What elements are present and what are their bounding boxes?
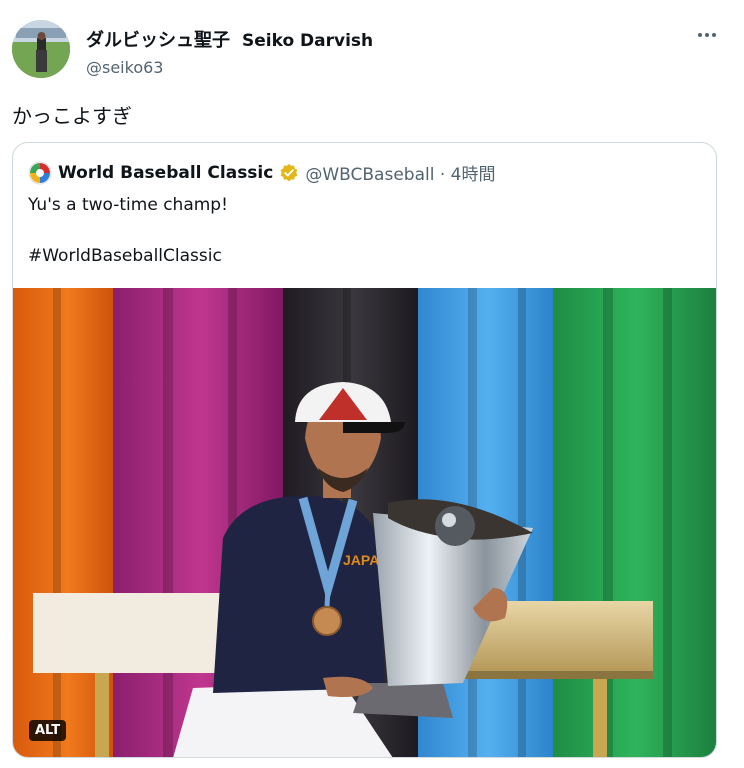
author-handle[interactable]: @seiko63 (86, 58, 373, 77)
author-display-name-en[interactable]: Seiko Darvish (242, 31, 373, 51)
avatar-image (12, 20, 70, 78)
quoted-tweet-header: World Baseball Classic @WBCBaseball · 4時… (28, 160, 495, 185)
tweet-text: かっこよすぎ (12, 104, 132, 128)
tweet-header: ダルビッシュ聖子 Seiko Darvish @seiko63 (86, 26, 373, 77)
quoted-tweet-photo[interactable]: JAPAN ALT (13, 288, 716, 757)
quoted-tweet-text: Yu's a two-time champ! (28, 195, 228, 215)
quoted-tweet-hashtag[interactable]: #WorldBaseballClassic (28, 246, 222, 266)
quoted-author-handle-time[interactable]: @WBCBaseball · 4時間 (305, 160, 495, 185)
alt-badge[interactable]: ALT (29, 720, 67, 741)
photo-image: JAPAN (13, 288, 716, 757)
wbc-logo-icon (28, 160, 52, 185)
quoted-author-name[interactable]: World Baseball Classic (58, 163, 273, 183)
author-avatar[interactable] (12, 20, 70, 78)
more-icon[interactable] (696, 26, 718, 44)
quoted-tweet[interactable]: World Baseball Classic @WBCBaseball · 4時… (12, 142, 717, 758)
author-display-name[interactable]: ダルビッシュ聖子 (86, 26, 230, 52)
verified-badge-icon (280, 163, 298, 181)
